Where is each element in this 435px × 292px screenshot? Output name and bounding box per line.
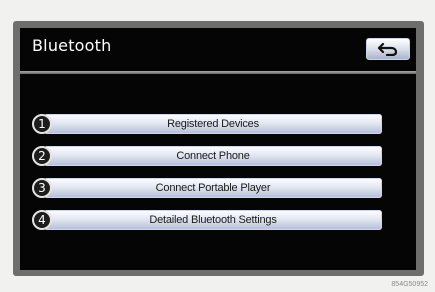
menu-item-label: Registered Devices <box>167 118 259 130</box>
title-divider <box>20 71 416 74</box>
detailed-bluetooth-settings-button[interactable]: Detailed Bluetooth Settings <box>44 210 382 230</box>
connect-portable-player-button[interactable]: Connect Portable Player <box>44 178 382 198</box>
menu-item-connect-phone[interactable]: 2 Connect Phone <box>32 144 382 168</box>
menu-item-label: Detailed Bluetooth Settings <box>149 214 277 226</box>
connect-phone-button[interactable]: Connect Phone <box>44 146 382 166</box>
menu-item-label: Connect Phone <box>176 150 250 162</box>
menu-item-number: 4 <box>32 210 52 230</box>
registered-devices-button[interactable]: Registered Devices <box>44 114 382 134</box>
figure-code: 854G50952 <box>391 281 428 288</box>
back-button[interactable] <box>366 38 410 60</box>
menu-item-number: 2 <box>32 146 52 166</box>
menu-item-registered-devices[interactable]: 1 Registered Devices <box>32 112 382 136</box>
menu-item-number: 1 <box>32 114 52 134</box>
menu-item-label: Connect Portable Player <box>155 182 271 194</box>
back-arrow-icon <box>377 42 398 56</box>
menu-item-detailed-bluetooth-settings[interactable]: 4 Detailed Bluetooth Settings <box>32 208 382 232</box>
screen-title: Bluetooth <box>32 36 112 55</box>
menu-item-connect-portable-player[interactable]: 3 Connect Portable Player <box>32 176 382 200</box>
menu-item-number: 3 <box>32 178 52 198</box>
bluetooth-screen: Bluetooth 1 Registered Devices 2 Connect… <box>20 28 416 270</box>
